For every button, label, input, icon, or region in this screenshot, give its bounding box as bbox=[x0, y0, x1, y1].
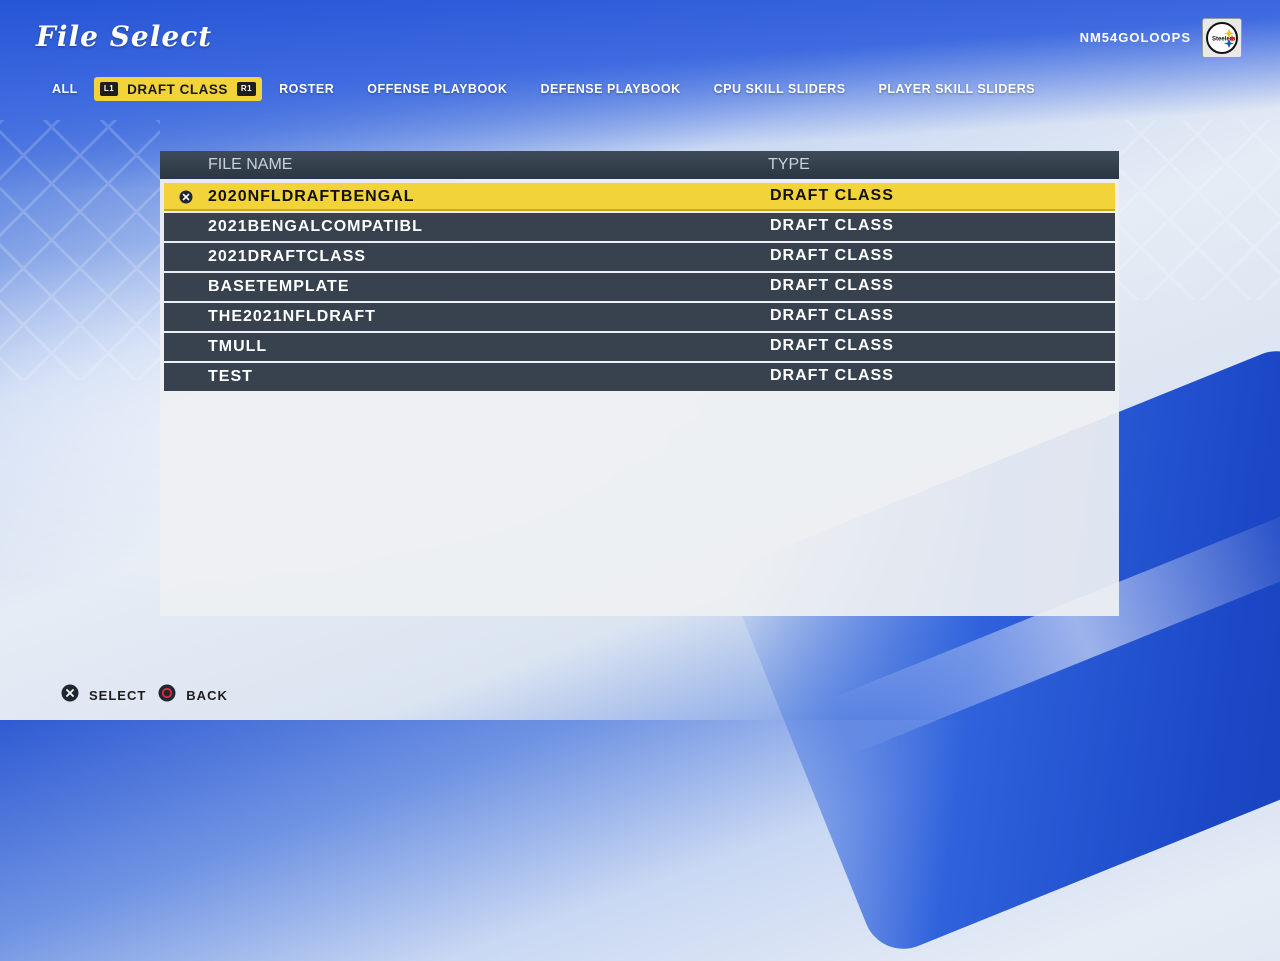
file-type: DRAFT CLASS bbox=[770, 187, 894, 204]
file-type: DRAFT CLASS bbox=[770, 217, 894, 234]
tab-defense-playbook[interactable]: DEFENSE PLAYBOOK bbox=[540, 82, 680, 96]
file-list-panel: FILE NAME TYPE 2020NFLDRAFTBENGAL DRAFT … bbox=[160, 151, 1119, 616]
file-type: DRAFT CLASS bbox=[770, 367, 894, 384]
cross-button-icon bbox=[179, 190, 193, 209]
back-button[interactable]: BACK bbox=[158, 684, 228, 706]
table-row[interactable]: 2021BENGALCOMPATIBL DRAFT CLASS bbox=[164, 213, 1115, 241]
file-type: DRAFT CLASS bbox=[770, 307, 894, 324]
table-row[interactable]: 2020NFLDRAFTBENGAL DRAFT CLASS bbox=[164, 183, 1115, 211]
file-name: TMULL bbox=[208, 338, 268, 355]
circle-button-icon bbox=[158, 684, 176, 706]
file-name: 2020NFLDRAFTBENGAL bbox=[208, 188, 415, 205]
file-type-tabs: ALL L1 DRAFT CLASS R1 ROSTER OFFENSE PLA… bbox=[52, 77, 1068, 101]
cross-button-icon bbox=[61, 684, 79, 706]
file-list: 2020NFLDRAFTBENGAL DRAFT CLASS 2021BENGA… bbox=[164, 183, 1115, 393]
back-label: BACK bbox=[186, 687, 228, 703]
tab-draft-class-label: DRAFT CLASS bbox=[127, 81, 228, 97]
background-diamond-pattern-right bbox=[1115, 120, 1280, 300]
column-header-file-name: FILE NAME bbox=[208, 156, 293, 173]
file-name: 2021DRAFTCLASS bbox=[208, 248, 367, 265]
tab-cpu-skill-sliders[interactable]: CPU SKILL SLIDERS bbox=[714, 82, 846, 96]
page-title: File Select bbox=[36, 20, 213, 53]
table-header: FILE NAME TYPE bbox=[160, 151, 1119, 179]
steelers-logo-icon: Steelers bbox=[1202, 18, 1242, 58]
column-header-type: TYPE bbox=[768, 156, 810, 173]
tab-roster[interactable]: ROSTER bbox=[279, 82, 334, 96]
tab-draft-class[interactable]: L1 DRAFT CLASS R1 bbox=[93, 77, 263, 101]
button-prompts: SELECT BACK bbox=[61, 684, 240, 706]
tab-offense-playbook[interactable]: OFFENSE PLAYBOOK bbox=[367, 82, 507, 96]
username-label: NM54GOLOOPS bbox=[1079, 30, 1191, 45]
background-diamond-pattern-left bbox=[0, 120, 160, 380]
tab-player-skill-sliders[interactable]: PLAYER SKILL SLIDERS bbox=[879, 82, 1036, 96]
file-name: 2021BENGALCOMPATIBL bbox=[208, 218, 423, 235]
file-type: DRAFT CLASS bbox=[770, 337, 894, 354]
tab-all[interactable]: ALL bbox=[52, 82, 78, 96]
file-name: BASETEMPLATE bbox=[208, 278, 350, 295]
table-row[interactable]: TEST DRAFT CLASS bbox=[164, 363, 1115, 391]
l1-bumper-icon: L1 bbox=[99, 82, 119, 96]
file-name: TEST bbox=[208, 368, 253, 385]
file-type: DRAFT CLASS bbox=[770, 247, 894, 264]
table-row[interactable]: BASETEMPLATE DRAFT CLASS bbox=[164, 273, 1115, 301]
table-row[interactable]: TMULL DRAFT CLASS bbox=[164, 333, 1115, 361]
table-row[interactable]: THE2021NFLDRAFT DRAFT CLASS bbox=[164, 303, 1115, 331]
select-label: SELECT bbox=[89, 687, 147, 703]
r1-bumper-icon: R1 bbox=[236, 82, 257, 96]
table-row[interactable]: 2021DRAFTCLASS DRAFT CLASS bbox=[164, 243, 1115, 271]
file-type: DRAFT CLASS bbox=[770, 277, 894, 294]
file-name: THE2021NFLDRAFT bbox=[208, 308, 376, 325]
select-button[interactable]: SELECT bbox=[61, 684, 146, 706]
